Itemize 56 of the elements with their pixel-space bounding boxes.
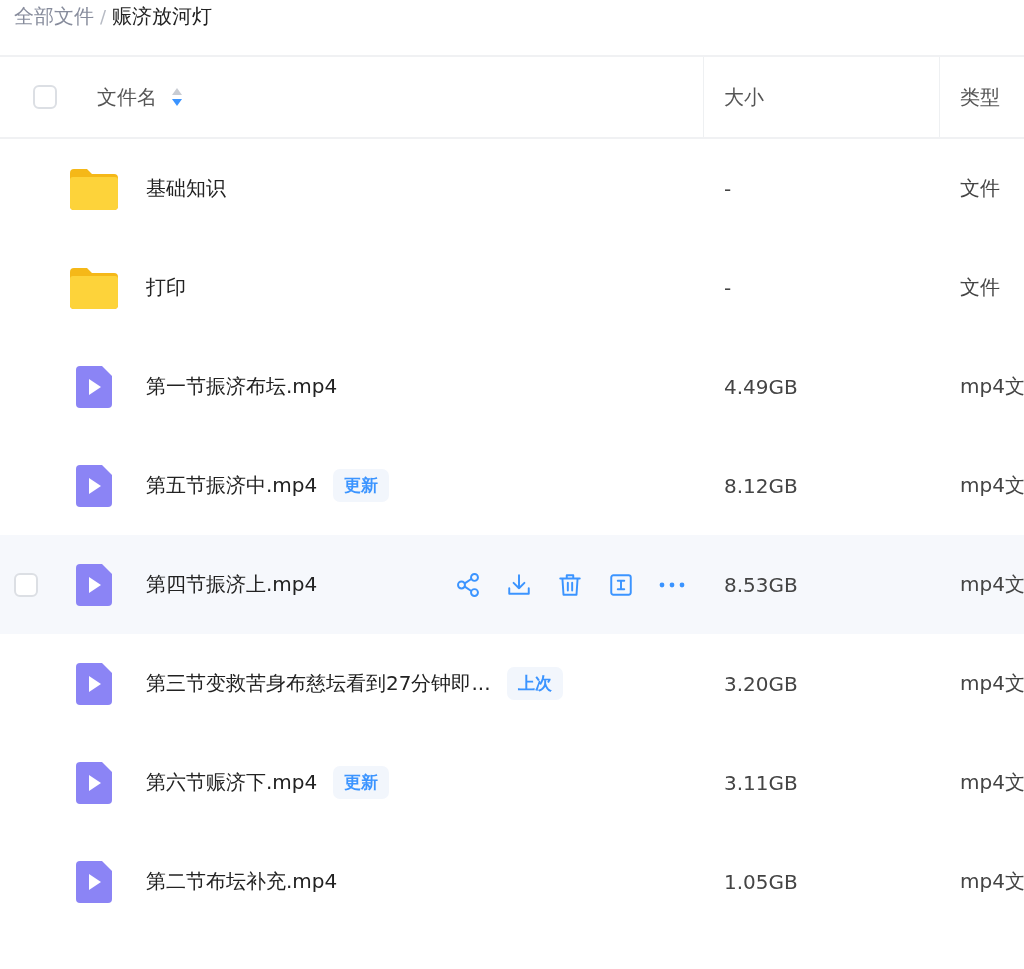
file-type: mp4文 (960, 473, 1024, 497)
video-file-icon (76, 464, 112, 507)
file-type: 文件 (960, 176, 1000, 200)
download-icon[interactable] (506, 571, 532, 598)
file-size: 1.05GB (724, 869, 798, 894)
file-name[interactable]: 第三节变救苦身布慈坛看到27分钟即... (146, 670, 491, 697)
select-all-checkbox[interactable] (33, 85, 57, 109)
file-size: 4.49GB (724, 374, 798, 399)
file-size: - (724, 176, 732, 201)
row-checkbox[interactable] (14, 572, 38, 597)
column-header[interactable]: 文件名 (97, 83, 157, 111)
rename-icon[interactable] (608, 571, 634, 598)
column-header[interactable]: 大小 (724, 83, 764, 111)
file-name[interactable]: 第一节振济布坛.mp4 (146, 373, 338, 400)
file-name[interactable]: 第五节振济中.mp4 (146, 472, 318, 499)
sort-icon[interactable] (171, 86, 183, 108)
folder-icon (70, 167, 118, 210)
file-type: mp4文 (960, 374, 1024, 398)
file-row[interactable]: 第六节赈济下.mp4 更新 3.11GB mp4文 (0, 733, 1024, 832)
file-row[interactable]: 第五节振济中.mp4 更新 8.12GB mp4文 (0, 436, 1024, 535)
file-tag: 更新 (333, 766, 390, 799)
file-name[interactable]: 第四节振济上.mp4 (146, 571, 318, 598)
video-file-icon (76, 662, 112, 705)
file-row[interactable]: 第三节变救苦身布慈坛看到27分钟即... 上次 3.20GB mp4文 (0, 634, 1024, 733)
file-type: mp4文 (960, 572, 1024, 596)
video-file-icon (76, 860, 112, 903)
file-type: mp4文 (960, 671, 1024, 695)
share-icon[interactable] (455, 571, 481, 598)
file-type: mp4文 (960, 869, 1024, 893)
file-size: 3.20GB (724, 671, 798, 696)
file-row[interactable]: 第一节振济布坛.mp4 4.49GB mp4文 (0, 337, 1024, 436)
file-name[interactable]: 第六节赈济下.mp4 (146, 769, 318, 796)
more-icon[interactable] (659, 581, 685, 588)
file-row[interactable]: 第二节布坛补充.mp4 1.05GB mp4文 (0, 832, 1024, 931)
file-tag: 上次 (506, 667, 563, 700)
file-tag: 更新 (333, 469, 390, 502)
file-size: 8.12GB (724, 473, 798, 498)
video-file-icon (76, 365, 112, 408)
current-folder-title: 赈济放河灯 (112, 3, 213, 30)
file-size: 8.53GB (724, 572, 798, 597)
file-size: 3.11GB (724, 770, 798, 795)
file-size: - (724, 275, 732, 300)
file-type: mp4文 (960, 770, 1024, 794)
trash-icon[interactable] (557, 571, 583, 598)
video-file-icon (76, 563, 112, 606)
column-header[interactable]: 类型 (960, 83, 1000, 111)
file-name[interactable]: 第二节布坛补充.mp4 (146, 868, 338, 895)
file-row[interactable]: 第四节振济上.mp4 8.53GB mp4文 (0, 535, 1024, 634)
video-file-icon (76, 761, 112, 804)
file-type: 文件 (960, 275, 1000, 299)
file-name[interactable]: 打印 (146, 274, 186, 301)
file-name[interactable]: 基础知识 (146, 175, 226, 202)
folder-icon (70, 266, 118, 309)
file-row[interactable]: 打印 - 文件 (0, 238, 1024, 337)
file-row[interactable]: 基础知识 - 文件 (0, 139, 1024, 238)
breadcrumb-separator: / (100, 6, 107, 27)
